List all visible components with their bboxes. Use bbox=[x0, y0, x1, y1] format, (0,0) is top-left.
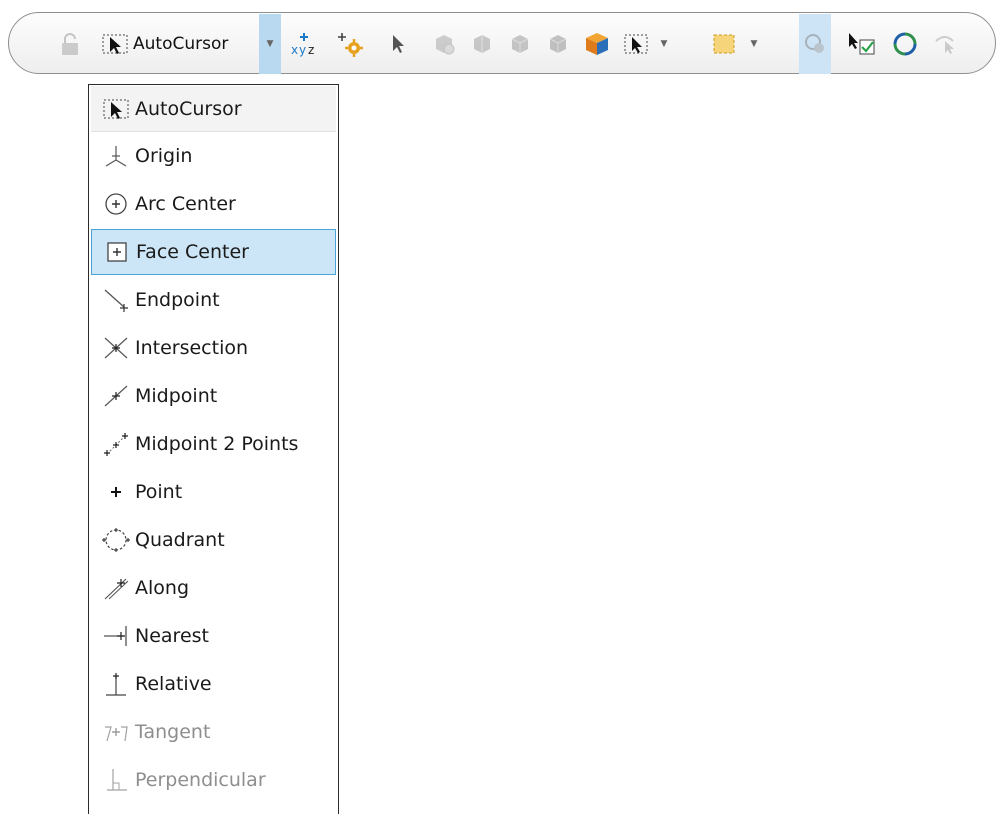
xyz-axis-icon[interactable]: xyz bbox=[289, 13, 319, 75]
menu-item-label: Quadrant bbox=[135, 529, 225, 551]
refresh-icon[interactable] bbox=[889, 13, 921, 75]
endpoint-icon bbox=[99, 285, 133, 315]
menu-item-label: Along bbox=[135, 577, 190, 599]
menu-item-perpendicular[interactable]: Perpendicular bbox=[91, 757, 336, 803]
svg-text:z: z bbox=[308, 43, 314, 57]
undo-select-icon[interactable] bbox=[931, 13, 959, 75]
select-check-icon[interactable] bbox=[845, 13, 879, 75]
menu-item-arc-center[interactable]: Arc Center bbox=[91, 181, 336, 227]
menu-item-along[interactable]: Along bbox=[91, 565, 336, 611]
menu-item-tangent[interactable]: Tangent bbox=[91, 709, 336, 755]
marquee-select-icon[interactable] bbox=[621, 13, 651, 75]
box-move-icon[interactable] bbox=[429, 13, 459, 75]
lock-icon[interactable] bbox=[55, 13, 85, 75]
box-tool-icon[interactable] bbox=[505, 13, 535, 75]
autocursor-menu: AutoCursor Origin Arc Center Face Center… bbox=[88, 84, 339, 814]
chevron-down-icon: ▼ bbox=[660, 39, 668, 49]
menu-item-face-center[interactable]: Face Center bbox=[91, 229, 336, 275]
select-arrow-icon[interactable] bbox=[387, 13, 411, 75]
midpoint-icon bbox=[99, 381, 133, 411]
menu-item-midpoint[interactable]: Midpoint bbox=[91, 373, 336, 419]
menu-item-nearest[interactable]: Nearest bbox=[91, 613, 336, 659]
chevron-down-icon: ▼ bbox=[750, 39, 758, 49]
menu-item-origin[interactable]: Origin bbox=[91, 133, 336, 179]
menu-item-label: Point bbox=[135, 481, 183, 503]
snap-toolbar: AutoCursor ▼ xyz ▼ ▼ bbox=[8, 12, 996, 74]
intersection-icon bbox=[99, 333, 133, 363]
menu-item-label: Tangent bbox=[135, 721, 211, 743]
along-icon bbox=[99, 573, 133, 603]
menu-item-label: Nearest bbox=[135, 625, 209, 647]
menu-item-point[interactable]: Point bbox=[91, 469, 336, 515]
menu-item-label: Relative bbox=[135, 673, 212, 695]
box-solid-icon[interactable] bbox=[543, 13, 573, 75]
select-filter-icon[interactable] bbox=[799, 14, 831, 74]
menu-item-midpoint-2-points[interactable]: Midpoint 2 Points bbox=[91, 421, 336, 467]
autocursor-label: AutoCursor bbox=[133, 34, 229, 54]
menu-item-endpoint[interactable]: Endpoint bbox=[91, 277, 336, 323]
chevron-down-icon: ▼ bbox=[266, 39, 274, 49]
menu-item-intersection[interactable]: Intersection bbox=[91, 325, 336, 371]
origin-icon bbox=[99, 141, 133, 171]
box-pull-icon[interactable] bbox=[467, 13, 497, 75]
menu-item-label: Origin bbox=[135, 145, 193, 167]
menu-item-label: Intersection bbox=[135, 337, 249, 359]
nearest-icon bbox=[99, 621, 133, 651]
svg-text:y: y bbox=[299, 43, 306, 57]
menu-item-quadrant[interactable]: Quadrant bbox=[91, 517, 336, 563]
arc-center-icon bbox=[99, 189, 133, 219]
point-icon bbox=[99, 477, 133, 507]
menu-item-label: Midpoint 2 Points bbox=[135, 433, 299, 455]
menu-item-relative[interactable]: Relative bbox=[91, 661, 336, 707]
autocursor-dropdown-button[interactable]: ▼ bbox=[259, 14, 281, 74]
add-gear-icon[interactable] bbox=[335, 13, 365, 75]
rectangle-select-icon[interactable] bbox=[709, 13, 739, 75]
menu-item-autocursor[interactable]: AutoCursor bbox=[91, 86, 336, 132]
tangent-icon bbox=[99, 717, 133, 747]
marquee-dropdown-button[interactable]: ▼ bbox=[657, 13, 671, 75]
menu-item-label: Midpoint bbox=[135, 385, 218, 407]
menu-item-label: AutoCursor bbox=[135, 97, 242, 120]
menu-item-label: Face Center bbox=[136, 241, 249, 263]
autocursor-icon bbox=[99, 94, 133, 124]
relative-icon bbox=[99, 669, 133, 699]
autocursor-icon bbox=[101, 32, 129, 56]
colored-cube-icon[interactable] bbox=[581, 13, 613, 75]
menu-item-label: Perpendicular bbox=[135, 769, 266, 791]
autocursor-button[interactable]: AutoCursor bbox=[101, 13, 267, 75]
perpendicular-icon bbox=[99, 765, 133, 795]
svg-text:x: x bbox=[291, 43, 298, 57]
quadrant-icon bbox=[99, 525, 133, 555]
menu-item-label: Endpoint bbox=[135, 289, 220, 311]
midpoint-2-points-icon bbox=[99, 429, 133, 459]
menu-item-label: Arc Center bbox=[135, 193, 236, 215]
rectangle-dropdown-button[interactable]: ▼ bbox=[747, 13, 761, 75]
face-center-icon bbox=[100, 237, 134, 267]
